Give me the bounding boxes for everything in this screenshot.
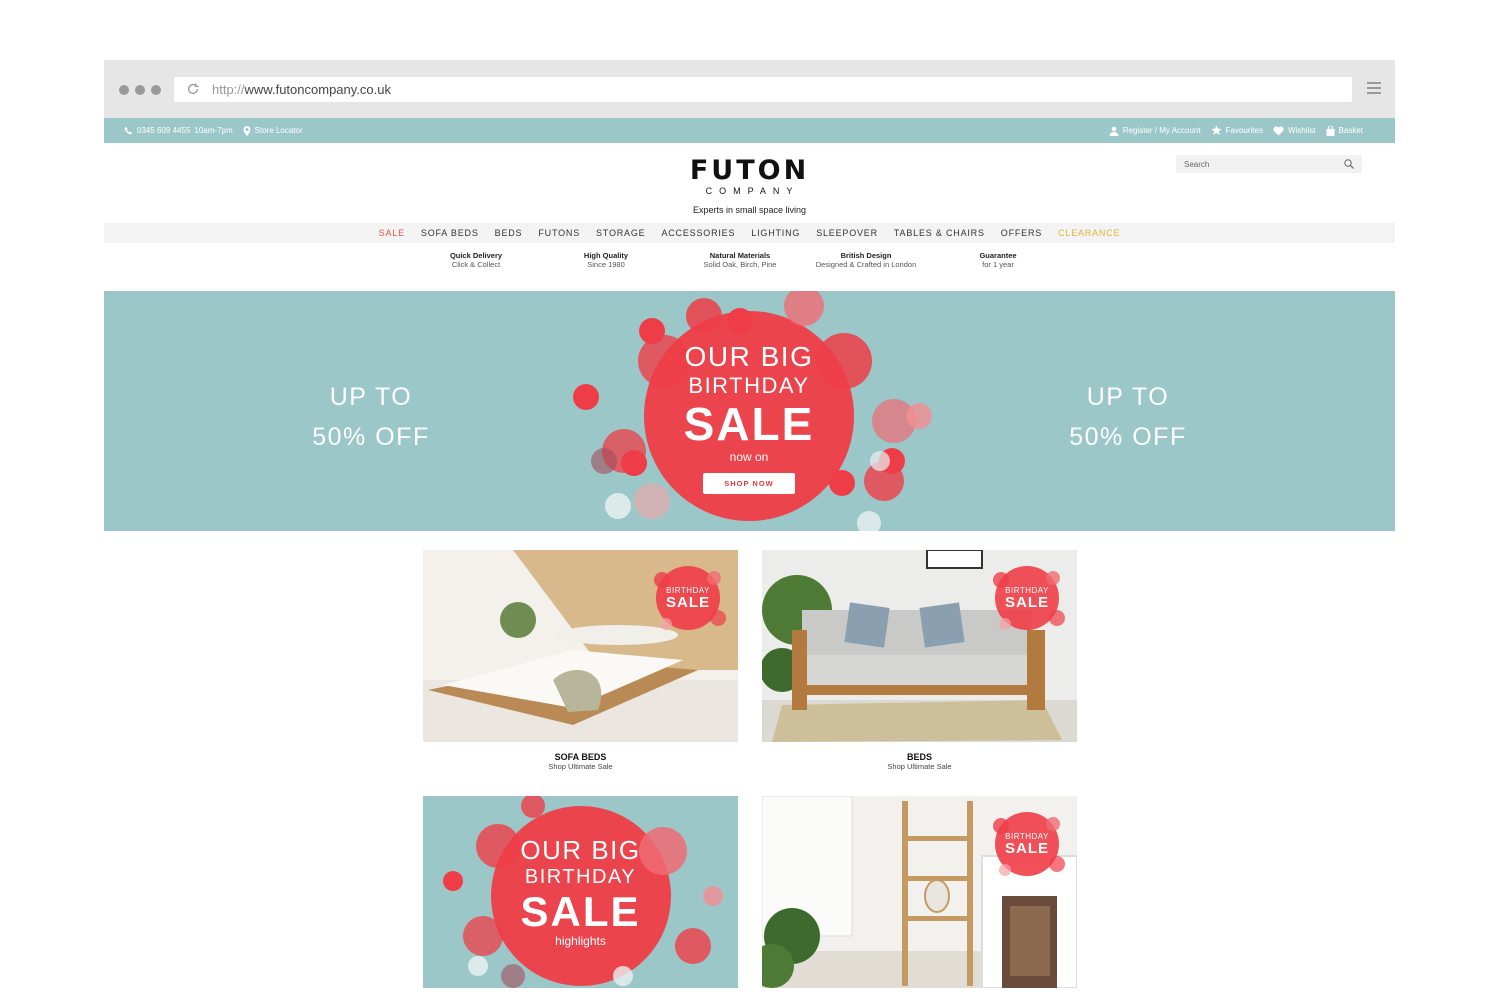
reload-icon[interactable] [186, 82, 202, 98]
logo-subtitle: COMPANY [705, 186, 800, 196]
usp-subtitle: for 1 year [982, 260, 1014, 269]
address-bar[interactable]: http://www.futoncompany.co.uk [174, 77, 1352, 102]
favourites-link[interactable]: Favourites [1210, 125, 1263, 136]
wishlist-label: Wishlist [1287, 126, 1316, 135]
tile-subtitle: Shop Ultimate Sale [887, 762, 952, 771]
promo-tile-storage[interactable]: BIRTHDAY SALE [762, 796, 1077, 988]
window-controls[interactable] [119, 85, 161, 95]
usp-item: High Quality Since 1980 [556, 251, 656, 269]
hero-left-line1: UP TO [329, 383, 413, 411]
hero-right-line2: 50% OFF [1069, 423, 1187, 451]
tile-title: SOFA BEDS [554, 752, 607, 762]
promo-tile-sale-highlights[interactable]: OUR BIG BIRTHDAY SALE highlights [423, 796, 738, 988]
search-icon[interactable] [1344, 159, 1354, 169]
account-label: Register / My Account [1122, 126, 1201, 135]
tile-caption[interactable]: BEDS Shop Ultimate Sale [762, 752, 1077, 772]
basket-label: Basket [1338, 126, 1363, 135]
hero-left-offer: UP TO 50% OFF [271, 377, 471, 457]
opening-hours: 10am-7pm [194, 126, 233, 135]
window-dot-icon[interactable] [151, 85, 161, 95]
phone-number: 0345 609 4455 [137, 126, 191, 135]
browser-window: http://www.futoncompany.co.uk 0345 609 4… [104, 60, 1395, 1003]
usp-item: Natural Materials Solid Oak, Birch, Pine [685, 251, 795, 269]
nav-item-lighting[interactable]: LIGHTING [751, 228, 800, 238]
hero-right-offer: UP TO 50% OFF [1028, 377, 1228, 457]
usp-title: Natural Materials [709, 251, 771, 260]
nav-item-sofa-beds[interactable]: SOFA BEDS [421, 228, 479, 238]
location-pin-icon [243, 125, 251, 136]
tile-line4: highlights [555, 934, 606, 948]
search-placeholder: Search [1184, 159, 1210, 169]
hero-right-line1: UP TO [1086, 383, 1170, 411]
hero-line4: now on [729, 450, 769, 464]
usp-subtitle: Since 1980 [587, 260, 625, 269]
birthday-sale-badge: BIRTHDAY SALE [648, 558, 728, 638]
tile-line2: BIRTHDAY [524, 866, 637, 888]
nav-item-clearance[interactable]: CLEARANCE [1058, 228, 1120, 238]
favourites-label: Favourites [1225, 126, 1263, 135]
birthday-sale-badge: BIRTHDAY SALE [987, 804, 1067, 884]
store-locator-link[interactable]: Store Locator [243, 125, 303, 136]
heart-icon [1273, 125, 1284, 136]
promo-tile-sofa-beds[interactable]: BIRTHDAY SALE [423, 550, 738, 742]
tile-caption[interactable]: SOFA BEDS Shop Ultimate Sale [423, 752, 738, 772]
phone-link[interactable]: 0345 609 4455 10am-7pm [124, 126, 233, 135]
promo-tile-beds[interactable]: BIRTHDAY SALE [762, 550, 1077, 742]
nav-item-futons[interactable]: FUTONS [538, 228, 580, 238]
tile-subtitle: Shop Ultimate Sale [548, 762, 613, 771]
usp-title: Quick Delivery [449, 251, 503, 260]
usp-item: British Design Designed & Crafted in Lon… [801, 251, 931, 269]
shopping-bag-icon [1326, 125, 1335, 136]
account-link[interactable]: Register / My Account [1109, 126, 1201, 136]
site-header: FUTON COMPANY Experts in small space liv… [104, 143, 1395, 223]
search-input[interactable]: Search [1176, 155, 1362, 173]
hero-banner[interactable]: UP TO 50% OFF UP TO 50% OFF OUR BIG BIRT… [104, 291, 1395, 531]
nav-item-tables-chairs[interactable]: TABLES & CHAIRS [894, 228, 985, 238]
nav-item-storage[interactable]: STORAGE [596, 228, 645, 238]
tile-headline: OUR BIG BIRTHDAY SALE highlights [423, 836, 738, 948]
usp-item: Guarantee for 1 year [948, 251, 1048, 269]
window-dot-icon[interactable] [135, 85, 145, 95]
usp-subtitle: Click & Collect [451, 260, 501, 269]
url-protocol: http:// [212, 82, 245, 97]
tile-line1: OUR BIG [520, 835, 641, 865]
hero-line3: SALE [683, 398, 815, 450]
basket-link[interactable]: Basket [1326, 125, 1363, 136]
url-host: www.futoncompany.co.uk [244, 82, 391, 97]
store-locator-label: Store Locator [254, 126, 303, 135]
utility-bar: 0345 609 4455 10am-7pm Store Locator Reg… [104, 118, 1395, 143]
usp-subtitle: Solid Oak, Birch, Pine [703, 260, 777, 269]
badge-line2: SALE [1004, 840, 1049, 857]
nav-item-beds[interactable]: BEDS [495, 228, 523, 238]
hero-headline: OUR BIG BIRTHDAY SALE now on SHOP NOW [604, 341, 894, 494]
tile-title: BEDS [906, 752, 932, 762]
nav-item-sleepover[interactable]: SLEEPOVER [816, 228, 878, 238]
tagline: Experts in small space living [692, 205, 807, 215]
usp-strip: Quick Delivery Click & Collect High Qual… [104, 243, 1395, 291]
nav-item-sale[interactable]: SALE [379, 228, 405, 238]
browser-chrome: http://www.futoncompany.co.uk [104, 60, 1395, 118]
user-icon [1109, 126, 1119, 136]
usp-title: British Design [840, 251, 892, 260]
nav-item-offers[interactable]: OFFERS [1001, 228, 1042, 238]
tile-line3: SALE [520, 888, 641, 935]
main-navigation: SALE SOFA BEDS BEDS FUTONS STORAGE ACCES… [104, 223, 1395, 243]
hero-left-line2: 50% OFF [312, 423, 430, 451]
star-icon [1210, 125, 1222, 136]
hero-line2: BIRTHDAY [688, 373, 810, 398]
hero-line1: OUR BIG [684, 341, 814, 372]
badge-line2: SALE [665, 594, 710, 611]
usp-subtitle: Designed & Crafted in London [815, 260, 917, 269]
shop-now-button[interactable]: SHOP NOW [703, 473, 795, 494]
badge-line2: SALE [1004, 594, 1049, 611]
usp-item: Quick Delivery Click & Collect [426, 251, 526, 269]
birthday-sale-badge: BIRTHDAY SALE [987, 558, 1067, 638]
nav-item-accessories[interactable]: ACCESSORIES [661, 228, 735, 238]
phone-icon [124, 126, 133, 135]
usp-title: Guarantee [979, 251, 1017, 260]
usp-title: High Quality [583, 251, 629, 260]
menu-icon[interactable] [1367, 82, 1381, 94]
window-dot-icon[interactable] [119, 85, 129, 95]
wishlist-link[interactable]: Wishlist [1273, 125, 1316, 136]
